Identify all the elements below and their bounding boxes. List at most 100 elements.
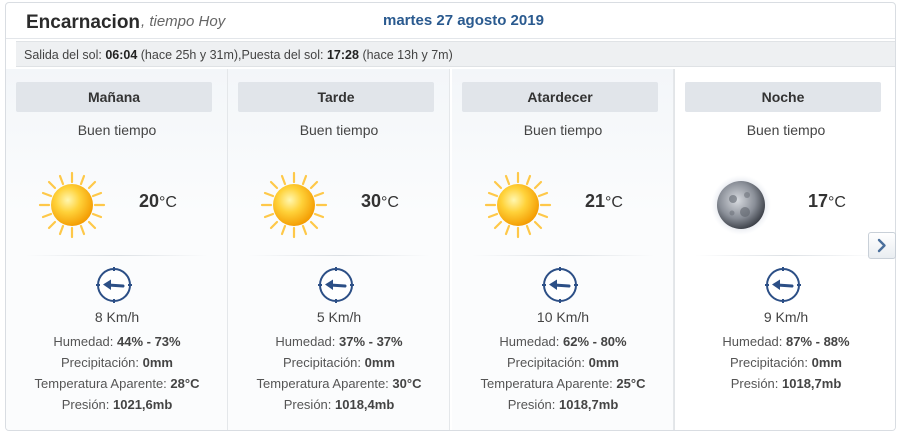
chevron-right-icon: [877, 238, 886, 253]
sun-times-bar: Salida del sol: 06:04 (hace 25h y 31m),P…: [16, 41, 895, 67]
precipitation-row: Precipitación: 0mm: [228, 355, 450, 370]
pressure-value: 1018,7mb: [559, 397, 619, 412]
temperature-unit: °C: [159, 194, 177, 211]
weather-widget: Encarnacion , tiempo Hoy martes 27 agost…: [5, 2, 896, 431]
humidity-row: Humedad: 37% - 37%: [228, 334, 450, 349]
moon-icon: [711, 175, 771, 235]
divider: [26, 255, 208, 256]
temperature-unit: °C: [605, 194, 623, 211]
pressure-row: Presión: 1021,6mb: [6, 397, 228, 412]
pressure-row: Presión: 1018,7mb: [452, 397, 674, 412]
temperature-value: 30: [361, 191, 382, 211]
pressure-value: 1018,7mb: [782, 376, 842, 391]
feels-like-row: Temperatura Aparente: 25°C: [452, 376, 674, 391]
wind-direction-icon: [317, 266, 355, 304]
feels-like-value: 25°C: [616, 376, 646, 391]
humidity-label: Humedad:: [275, 334, 339, 349]
precipitation-label: Precipitación:: [60, 355, 143, 370]
pressure-label: Presión:: [730, 376, 783, 391]
precipitation-label: Precipitación:: [506, 355, 589, 370]
period-title: Atardecer: [462, 82, 658, 112]
divider: [695, 255, 877, 256]
period-column-morning: Mañana Buen tiempo 20°C 8 Km/h Humedad: …: [6, 69, 228, 430]
temperature: 30°C: [361, 191, 399, 212]
sunset-label: Puesta del sol:: [241, 48, 327, 62]
period-column-evening: Atardecer Buen tiempo 21°C 10 Km/h Humed…: [452, 69, 674, 430]
city-name[interactable]: Encarnacion: [26, 12, 140, 34]
feels-like-label: Temperatura Aparente:: [480, 376, 617, 391]
precipitation-value: 0mm: [142, 355, 173, 370]
wind-speed: 10 Km/h: [536, 309, 590, 325]
wind-direction-icon: [541, 266, 579, 304]
humidity-row: Humedad: 62% - 80%: [452, 334, 674, 349]
humidity-value: 44% - 73%: [117, 334, 181, 349]
humidity-row: Humedad: 87% - 88%: [675, 334, 895, 349]
sunset-relative: (hace 13h y 7m): [358, 48, 453, 62]
forecast-subtitle: , tiempo Hoy: [141, 13, 226, 30]
feels-like-label: Temperatura Aparente:: [34, 376, 171, 391]
precipitation-value: 0mm: [811, 355, 842, 370]
condition-text: Buen tiempo: [523, 122, 603, 138]
humidity-value: 87% - 88%: [786, 334, 850, 349]
period-title: Noche: [685, 82, 881, 112]
pressure-label: Presión:: [507, 397, 560, 412]
sunrise-label: Salida del sol:: [24, 48, 106, 62]
precipitation-row: Precipitación: 0mm: [6, 355, 228, 370]
condition-text: Buen tiempo: [77, 122, 157, 138]
period-columns: Mañana Buen tiempo 20°C 8 Km/h Humedad: …: [6, 69, 895, 430]
divider: [472, 255, 654, 256]
pressure-label: Presión:: [283, 397, 336, 412]
sun-icon: [484, 171, 552, 239]
sunset-time: 17:28: [326, 48, 359, 62]
feels-like-value: 30°C: [392, 376, 422, 391]
period-title: Tarde: [238, 82, 434, 112]
precipitation-row: Precipitación: 0mm: [452, 355, 674, 370]
humidity-label: Humedad:: [499, 334, 563, 349]
humidity-row: Humedad: 44% - 73%: [6, 334, 228, 349]
humidity-label: Humedad:: [722, 334, 786, 349]
precipitation-label: Precipitación:: [729, 355, 812, 370]
wind-direction-icon: [764, 266, 802, 304]
sunrise-time: 06:04: [105, 48, 138, 62]
pressure-value: 1021,6mb: [113, 397, 173, 412]
wind-direction-icon: [95, 266, 133, 304]
precipitation-value: 0mm: [364, 355, 395, 370]
period-column-night: Noche Buen tiempo 17°C 9 Km/h Humedad: 8…: [674, 69, 895, 430]
precipitation-label: Precipitación:: [282, 355, 365, 370]
temperature: 20°C: [139, 191, 177, 212]
precipitation-value: 0mm: [588, 355, 619, 370]
temperature: 21°C: [585, 191, 623, 212]
humidity-value: 62% - 80%: [563, 334, 627, 349]
feels-like-label: Temperatura Aparente:: [256, 376, 393, 391]
temperature: 17°C: [808, 191, 846, 212]
feels-like-row: Temperatura Aparente: 28°C: [6, 376, 228, 391]
temperature-value: 20: [139, 191, 160, 211]
temperature-unit: °C: [381, 194, 399, 211]
feels-like-row: Temperatura Aparente: 30°C: [228, 376, 450, 391]
pressure-value: 1018,4mb: [335, 397, 395, 412]
divider: [248, 255, 430, 256]
period-title: Mañana: [16, 82, 212, 112]
temperature-value: 17: [808, 191, 829, 211]
feels-like-value: 28°C: [170, 376, 200, 391]
sunrise-relative: (hace 25h y 31m),: [137, 48, 242, 62]
pressure-row: Presión: 1018,4mb: [228, 397, 450, 412]
widget-header: Encarnacion , tiempo Hoy martes 27 agost…: [6, 3, 895, 39]
temperature-unit: °C: [828, 194, 846, 211]
pressure-label: Presión:: [61, 397, 114, 412]
pressure-row: Presión: 1018,7mb: [675, 376, 895, 391]
next-button[interactable]: [868, 232, 896, 259]
precipitation-row: Precipitación: 0mm: [675, 355, 895, 370]
sun-icon: [260, 171, 328, 239]
condition-text: Buen tiempo: [299, 122, 379, 138]
humidity-label: Humedad:: [53, 334, 117, 349]
wind-speed: 8 Km/h: [94, 309, 140, 325]
humidity-value: 37% - 37%: [339, 334, 403, 349]
sun-icon: [38, 171, 106, 239]
wind-speed: 5 Km/h: [316, 309, 362, 325]
temperature-value: 21: [585, 191, 606, 211]
condition-text: Buen tiempo: [746, 122, 826, 138]
wind-speed: 9 Km/h: [763, 309, 809, 325]
period-column-afternoon: Tarde Buen tiempo 30°C 5 Km/h Humedad: 3…: [228, 69, 450, 430]
forecast-date: martes 27 agosto 2019: [383, 12, 544, 29]
